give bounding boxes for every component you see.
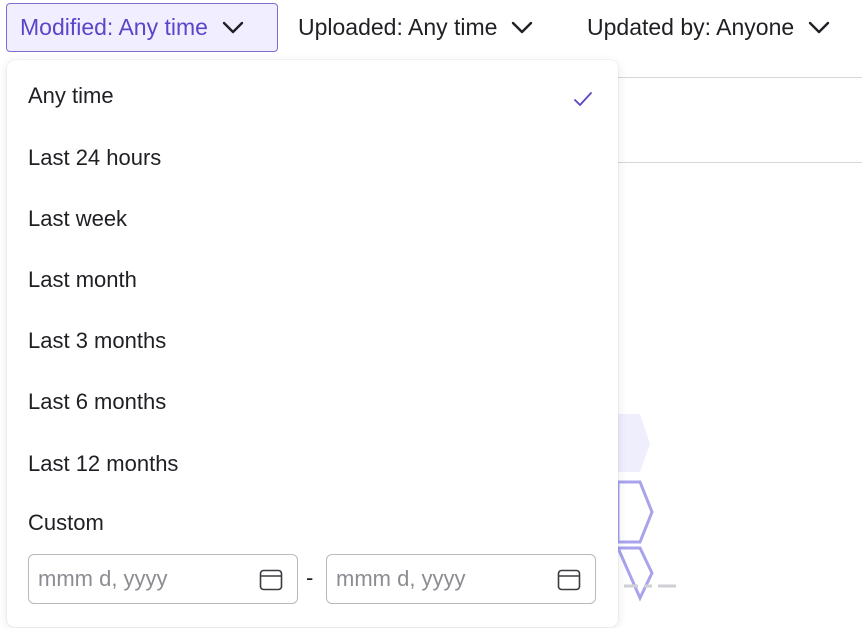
option-last-month[interactable]: Last month <box>7 249 618 310</box>
chevron-down-icon <box>808 21 830 35</box>
option-last-3-months[interactable]: Last 3 months <box>7 310 618 371</box>
uploaded-filter-button[interactable]: Uploaded: Any time <box>298 3 533 52</box>
option-label: Last 6 months <box>28 388 167 414</box>
updated-by-filter-button[interactable]: Updated by: Anyone <box>587 3 830 52</box>
start-date-field[interactable] <box>28 554 298 604</box>
calendar-icon[interactable] <box>557 569 581 596</box>
option-any-time[interactable]: Any time <box>7 65 618 126</box>
end-date-input[interactable] <box>336 563 536 595</box>
modified-dropdown-menu: Any time Last 24 hours Last week Last mo… <box>7 60 618 627</box>
option-last-24-hours[interactable]: Last 24 hours <box>7 127 618 188</box>
option-label: Last 3 months <box>28 327 167 353</box>
option-last-6-months[interactable]: Last 6 months <box>7 371 618 432</box>
option-label: Last 24 hours <box>28 144 162 170</box>
divider <box>618 162 862 163</box>
divider <box>618 77 862 78</box>
page: Modified: Any time Uploaded: Any time Up… <box>0 0 862 628</box>
custom-range-label: Custom <box>28 510 104 535</box>
start-date-input[interactable] <box>38 563 238 595</box>
option-last-12-months[interactable]: Last 12 months <box>7 433 618 494</box>
option-label: Any time <box>28 82 114 108</box>
end-date-field[interactable] <box>326 554 596 604</box>
uploaded-filter-label: Uploaded: Any time <box>298 14 498 40</box>
option-label: Last 12 months <box>28 450 179 476</box>
updated-by-filter-label: Updated by: Anyone <box>587 14 795 40</box>
filter-bar: Modified: Any time Uploaded: Any time Up… <box>0 0 862 56</box>
modified-filter-button[interactable]: Modified: Any time <box>6 3 278 52</box>
check-icon <box>573 87 593 113</box>
modified-filter-label: Modified: Any time <box>20 14 208 40</box>
chevron-down-icon <box>511 21 533 35</box>
calendar-icon[interactable] <box>259 569 283 596</box>
option-last-week[interactable]: Last week <box>7 188 618 249</box>
option-label: Last week <box>28 205 128 231</box>
date-range-separator: - <box>306 565 314 590</box>
chevron-down-icon <box>222 21 244 35</box>
option-label: Last month <box>28 266 137 292</box>
